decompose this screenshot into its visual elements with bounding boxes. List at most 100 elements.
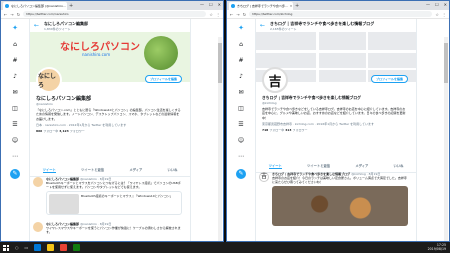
- minimize-icon[interactable]: —: [200, 2, 204, 7]
- tab-tweets[interactable]: ツイート: [268, 163, 282, 169]
- tab-tweets[interactable]: ツイート: [42, 167, 56, 173]
- lists-icon[interactable]: ☰: [238, 121, 243, 128]
- following-label[interactable]: フォロー中: [43, 129, 58, 133]
- tab-media[interactable]: メディア: [129, 167, 142, 173]
- tab-tweets-replies[interactable]: ツイートと返信: [307, 163, 330, 169]
- followers-label[interactable]: フォロワー: [70, 129, 85, 133]
- more-icon[interactable]: ⋯: [12, 153, 18, 160]
- avatar[interactable]: なにしろ: [36, 67, 62, 93]
- address-bar-row: ← → ↻ https://twitter.com/kichilog ☆ ⋮: [227, 10, 449, 19]
- page-content: ✦ ⌂ # ♪ ✉ ◫ ☰ ☺ ⋯ ✎ ← きちログ | 吉祥寺でランチや食べ歩…: [227, 19, 449, 241]
- compose-tweet-button[interactable]: ✎: [10, 169, 20, 179]
- windows-start-icon[interactable]: [3, 244, 9, 251]
- edge-icon[interactable]: [34, 244, 42, 251]
- tab-title: なにしろパソコン編集部 (@nanishiro...: [11, 4, 66, 8]
- new-tab-icon[interactable]: +: [69, 2, 73, 10]
- system-tray[interactable]: 17:25 2019/08/19: [428, 243, 446, 252]
- menu-icon[interactable]: ⋮: [216, 12, 220, 17]
- food-photo[interactable]: [272, 186, 408, 226]
- tweet-avatar[interactable]: [33, 222, 43, 232]
- back-icon[interactable]: ←: [4, 12, 7, 17]
- profile-icon[interactable]: ☺: [238, 137, 244, 144]
- header-name: きちログ | 吉祥寺でランチや食べ歩きを楽しむ情報ブログ: [270, 20, 375, 26]
- followers-count[interactable]: 3,123: [59, 129, 69, 133]
- tweet-text: Bluetoothキーボードとマウスをパソコンにつなげるには？「ワイヤレス接続」…: [46, 181, 181, 189]
- back-arrow-icon[interactable]: ←: [260, 22, 265, 29]
- store-icon[interactable]: [73, 244, 81, 251]
- url-input[interactable]: https://twitter.com/kichilog: [249, 11, 433, 17]
- tweet[interactable]: 吉 きちログ | 吉祥寺でランチや食べ歩きを楽しむ情報ブログ @kichilog…: [259, 172, 408, 226]
- explore-icon[interactable]: #: [12, 57, 17, 64]
- tweet-text: ワイヤレスマウスやキーボードを使うとパソコン作業が快適に！ケーブルの煩わしさから…: [46, 226, 181, 234]
- profile-icon[interactable]: ☺: [12, 137, 18, 144]
- minimize-icon[interactable]: —: [426, 2, 430, 7]
- edit-profile-button[interactable]: プロフィールを編集: [371, 75, 408, 83]
- star-icon[interactable]: ☆: [435, 12, 439, 17]
- following-count[interactable]: 718: [262, 128, 268, 132]
- back-icon[interactable]: ←: [230, 12, 233, 17]
- explore-icon[interactable]: #: [238, 57, 243, 64]
- mouse-cursor-icon: ➤: [207, 225, 213, 232]
- back-arrow-icon[interactable]: ←: [34, 22, 39, 29]
- edit-profile-button[interactable]: プロフィールを編集: [145, 75, 182, 83]
- menu-icon[interactable]: ⋮: [442, 12, 446, 17]
- followers-label[interactable]: フォロワー: [292, 128, 307, 132]
- followers-count[interactable]: 413: [285, 128, 291, 132]
- chrome-icon[interactable]: [60, 244, 68, 251]
- maximize-icon[interactable]: ☐: [435, 2, 439, 7]
- tab-likes[interactable]: いいね: [168, 167, 178, 173]
- avatar[interactable]: 吉: [262, 67, 288, 93]
- profile-meta: 東京都武蔵野市吉祥寺 · kichilog.com · 2016年1月から Tw…: [262, 122, 375, 127]
- tab-strip: なにしろパソコン編集部 (@nanishiro... ✕ + — ☐ ✕: [1, 1, 223, 10]
- following-label[interactable]: フォロー中: [269, 128, 284, 132]
- reload-icon[interactable]: ↻: [17, 12, 20, 17]
- bookmarks-icon[interactable]: ◫: [12, 105, 18, 112]
- messages-icon[interactable]: ✉: [238, 89, 243, 96]
- twitter-bird-icon[interactable]: ✦: [238, 24, 244, 32]
- profile-info: なにしろパソコン編集部 @nanishiro 「なにしろパソコン.com」ととも…: [36, 95, 182, 133]
- compose-tweet-button[interactable]: ✎: [236, 169, 246, 179]
- scrollbar[interactable]: [218, 37, 222, 241]
- tab-likes[interactable]: いいね: [394, 163, 404, 169]
- tab-tweets-replies[interactable]: ツイートと返信: [81, 167, 104, 173]
- lists-icon[interactable]: ☰: [12, 121, 17, 128]
- tab-title: きちログ | 吉祥寺でランチや食べ歩...: [237, 4, 288, 8]
- tab-media[interactable]: メディア: [355, 163, 368, 169]
- reload-icon[interactable]: ↻: [243, 12, 246, 17]
- tweet[interactable]: なにしろパソコン編集部 @nanishiro · 8月19日 ワイヤレスマウスや…: [33, 222, 182, 234]
- browser-tab[interactable]: きちログ | 吉祥寺でランチや食べ歩... ✕: [229, 2, 293, 10]
- close-window-icon[interactable]: ✕: [444, 2, 447, 7]
- url-input[interactable]: https://twitter.com/nanishiro: [23, 11, 207, 17]
- forward-icon[interactable]: →: [10, 12, 13, 17]
- task-view-icon[interactable]: ▭: [25, 245, 29, 250]
- tweet-count: 1,834件のツイート: [44, 26, 71, 31]
- notifications-icon[interactable]: ♪: [13, 73, 17, 80]
- profile-column: ← なにしろパソコン編集部 1,834件のツイート なにしろパソコン nanis…: [29, 19, 191, 241]
- header-name: なにしろパソコン編集部: [44, 20, 89, 26]
- display-name: なにしろパソコン編集部: [36, 96, 92, 102]
- tweet-avatar[interactable]: 吉: [259, 172, 269, 182]
- explorer-icon[interactable]: [47, 244, 55, 251]
- window-controls: — ☐ ✕: [426, 2, 447, 7]
- profile-header: ← なにしろパソコン編集部 1,834件のツイート: [30, 19, 190, 32]
- messages-icon[interactable]: ✉: [12, 89, 17, 96]
- star-icon[interactable]: ☆: [209, 12, 213, 17]
- search-icon[interactable]: ○: [15, 245, 19, 250]
- notifications-icon[interactable]: ♪: [239, 73, 243, 80]
- home-icon[interactable]: ⌂: [239, 41, 243, 48]
- forward-icon[interactable]: →: [236, 12, 239, 17]
- home-icon[interactable]: ⌂: [13, 41, 17, 48]
- maximize-icon[interactable]: ☐: [209, 2, 213, 7]
- scrollbar[interactable]: [444, 37, 448, 241]
- following-count[interactable]: 866: [36, 129, 42, 133]
- tweet[interactable]: なにしろパソコン編集部 @nanishiro · 8月19日 Bluetooth…: [33, 177, 182, 215]
- twitter-bird-icon[interactable]: ✦: [12, 24, 18, 32]
- more-icon[interactable]: ⋯: [238, 153, 244, 160]
- bookmarks-icon[interactable]: ◫: [238, 105, 244, 112]
- close-window-icon[interactable]: ✕: [218, 2, 221, 7]
- close-tab-icon[interactable]: ✕: [290, 4, 293, 8]
- browser-tab[interactable]: なにしろパソコン編集部 (@nanishiro... ✕: [3, 2, 67, 10]
- tweet-avatar[interactable]: [33, 177, 43, 187]
- link-card[interactable]: Bluetooth接続のキーボードとマウス | 「Windows10とパソコン」: [46, 191, 182, 215]
- new-tab-icon[interactable]: +: [295, 2, 299, 10]
